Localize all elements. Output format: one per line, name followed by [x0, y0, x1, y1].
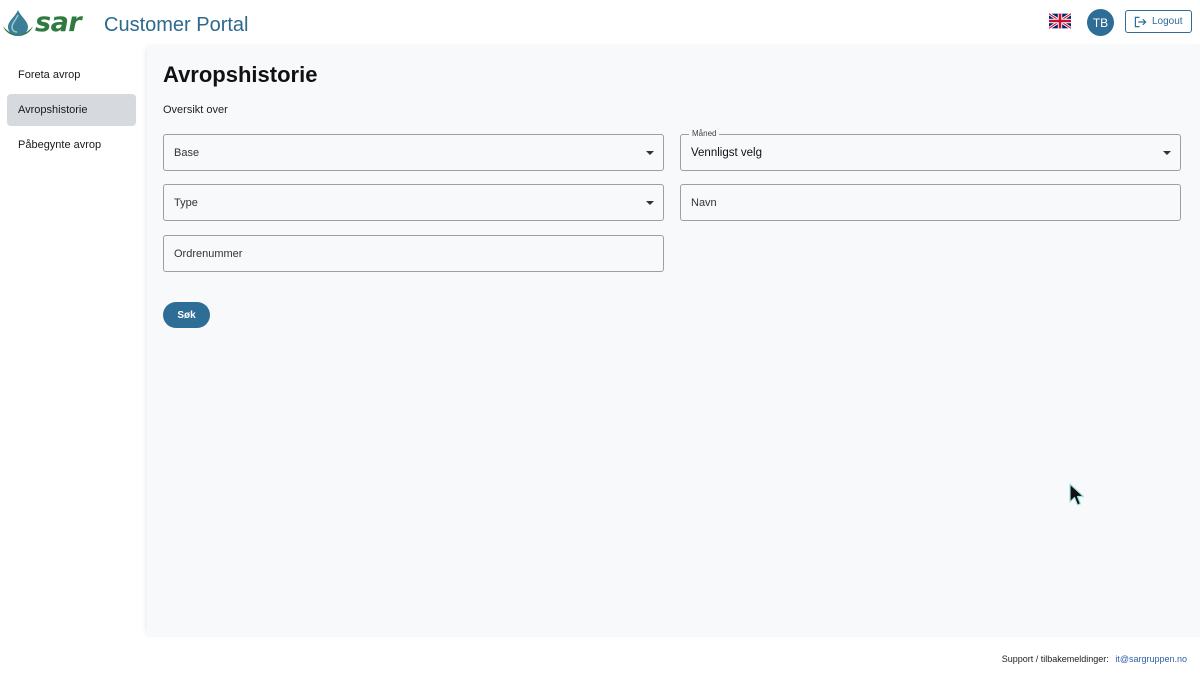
- logout-button[interactable]: Logout: [1125, 10, 1192, 33]
- droplet-logo-icon: [3, 10, 33, 36]
- sidebar-item-label: Foreta avrop: [18, 69, 81, 81]
- logout-icon: [1134, 16, 1147, 27]
- top-header: sar Customer Portal TB Logout: [0, 0, 1200, 46]
- footer: Support / tilbakemeldinger: it@sargruppe…: [147, 637, 1200, 683]
- page-title: Avropshistorie: [163, 62, 318, 87]
- sar-logo[interactable]: sar: [2, 7, 82, 38]
- sidebar-item-foreta-avrop[interactable]: Foreta avrop: [7, 59, 136, 91]
- mouse-pointer-icon: [1069, 483, 1085, 506]
- app-window: sar Customer Portal TB Logout Foreta avr…: [0, 0, 1200, 683]
- dropdown-caret-icon: [646, 151, 654, 155]
- sidebar-item-pabegynte-avrop[interactable]: Påbegynte avrop: [7, 129, 136, 161]
- base-select[interactable]: Base: [163, 134, 664, 171]
- maned-label: Måned: [689, 129, 720, 139]
- dropdown-caret-icon: [1163, 151, 1171, 155]
- dropdown-caret-icon: [646, 201, 654, 205]
- sidebar-item-label: Avropshistorie: [18, 104, 88, 116]
- logo-text: sar: [35, 7, 82, 38]
- maned-select[interactable]: Måned Vennligst velg: [680, 129, 1181, 171]
- navn-input-placeholder: Navn: [691, 196, 717, 209]
- portal-title: Customer Portal: [104, 14, 249, 36]
- user-avatar[interactable]: TB: [1087, 9, 1114, 36]
- main-content: Avropshistorie Oversikt over Base Måned …: [147, 44, 1200, 637]
- base-select-placeholder: Base: [174, 146, 200, 159]
- type-select[interactable]: Type: [163, 184, 664, 221]
- sidebar: Foreta avrop Avropshistorie Påbegynte av…: [0, 46, 147, 683]
- ordrenummer-input[interactable]: Ordrenummer: [163, 235, 664, 272]
- maned-select-value: Vennligst velg: [691, 146, 762, 159]
- footer-support: Support / tilbakemeldinger: it@sargruppe…: [1002, 654, 1187, 664]
- logout-label: Logout: [1152, 16, 1183, 27]
- page-subtitle: Oversikt over: [163, 104, 228, 116]
- navn-input[interactable]: Navn: [680, 184, 1181, 221]
- sidebar-item-avropshistorie[interactable]: Avropshistorie: [7, 94, 136, 126]
- support-text: Support / tilbakemeldinger:: [1001, 654, 1109, 664]
- uk-flag-icon[interactable]: [1049, 13, 1071, 29]
- type-select-placeholder: Type: [174, 196, 198, 209]
- search-button[interactable]: Søk: [163, 302, 210, 328]
- support-email-link[interactable]: it@sargruppen.no: [1115, 654, 1187, 664]
- sidebar-item-label: Påbegynte avrop: [18, 139, 102, 151]
- ordrenummer-input-placeholder: Ordrenummer: [174, 247, 243, 260]
